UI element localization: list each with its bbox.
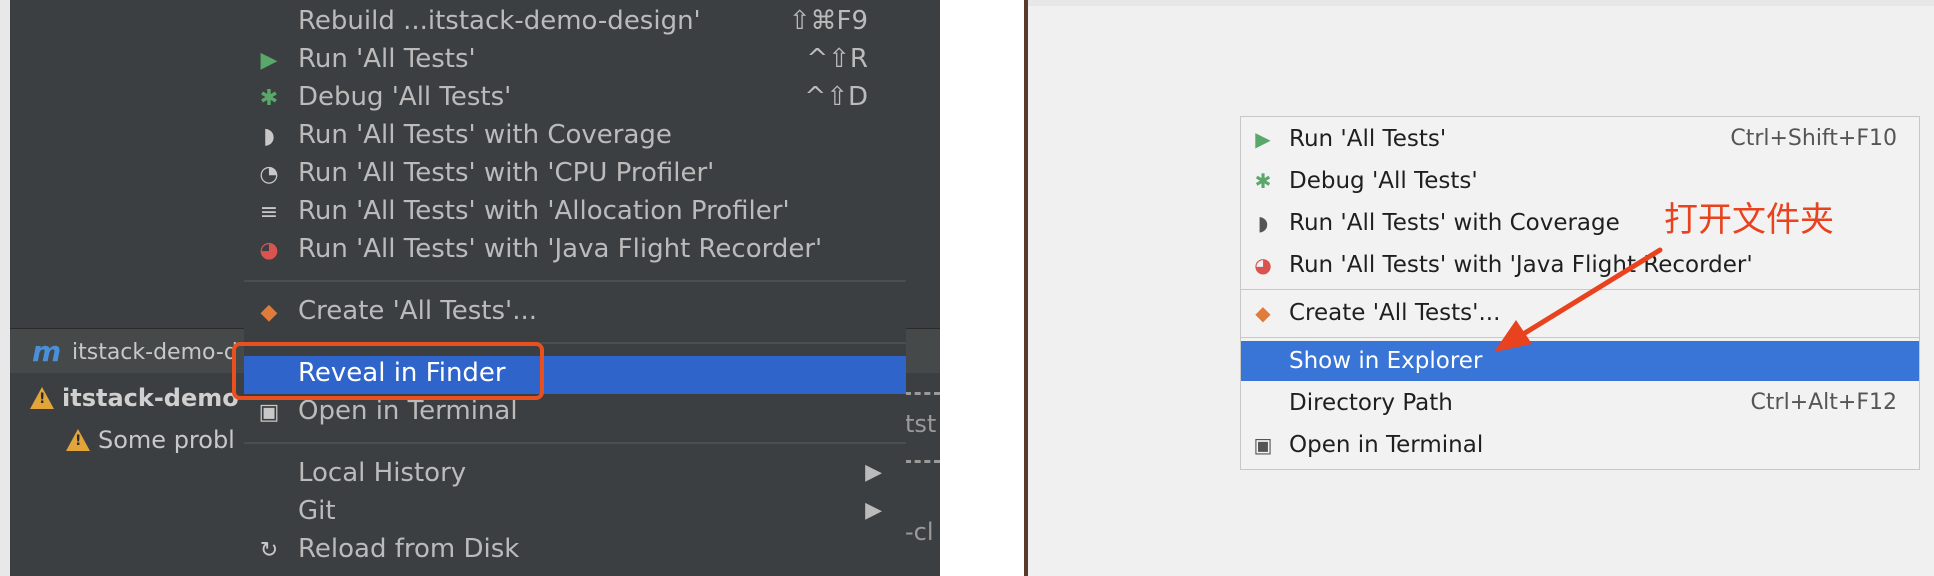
menu-item-reload-from-disk[interactable]: ↻ Reload from Disk bbox=[244, 532, 906, 570]
editor-text-fragment: -cl bbox=[905, 518, 934, 546]
menu-item-run-coverage[interactable]: ◗ Run 'All Tests' with Coverage bbox=[244, 118, 906, 156]
menu-item-run-cpu-profiler[interactable]: ◔ Run 'All Tests' with 'CPU Profiler' bbox=[244, 156, 906, 194]
flight-recorder-icon: ◕ bbox=[259, 238, 279, 263]
shortcut-label: ⇧⌘F9 bbox=[788, 6, 868, 36]
menu-item-run-allocation-profiler[interactable]: ≡ Run 'All Tests' with 'Allocation Profi… bbox=[244, 194, 906, 232]
run-icon: ▶ bbox=[1255, 127, 1271, 151]
mac-ide-panel: m itstack-demo-d itstack-demo Some probl… bbox=[0, 0, 940, 576]
submenu-arrow-icon: ▶ bbox=[865, 460, 882, 485]
shortcut-label: Ctrl+Alt+F12 bbox=[1750, 390, 1897, 415]
tree-item-project[interactable]: itstack-demo bbox=[30, 384, 239, 412]
menu-item-run-all-tests[interactable]: ▶ Run 'All Tests' ^⇧R bbox=[244, 42, 906, 80]
menu-item-run-flight-recorder[interactable]: ◕ Run 'All Tests' with 'Java Flight Reco… bbox=[244, 232, 906, 270]
flight-recorder-icon: ◕ bbox=[1254, 253, 1272, 277]
warning-icon bbox=[30, 387, 54, 409]
allocation-profiler-icon: ≡ bbox=[259, 200, 279, 225]
submenu-arrow-icon: ▶ bbox=[865, 498, 882, 523]
annotation-arrow-icon bbox=[1494, 247, 1663, 352]
menu-item-local-history[interactable]: Local History ▶ bbox=[244, 456, 906, 494]
run-icon: ▶ bbox=[260, 48, 278, 73]
menu-separator bbox=[244, 280, 906, 282]
tree-item-problem[interactable]: Some probl bbox=[66, 426, 235, 454]
terminal-icon: ▣ bbox=[1253, 433, 1273, 457]
annotation-label: 打开文件夹 bbox=[1664, 200, 1834, 240]
create-config-icon: ◆ bbox=[260, 300, 278, 325]
coverage-icon: ◗ bbox=[1257, 211, 1269, 235]
menu-item-directory-path[interactable]: Directory Path Ctrl+Alt+F12 bbox=[1241, 383, 1919, 423]
editor-text-fragment: tst bbox=[905, 410, 937, 438]
shortcut-label: ^⇧R bbox=[806, 44, 868, 74]
shortcut-label: ^⇧D bbox=[804, 82, 868, 112]
reload-icon: ↻ bbox=[259, 538, 279, 563]
editor-divider bbox=[905, 460, 940, 463]
debug-bug-icon: ✱ bbox=[1254, 169, 1272, 193]
shortcut-label: Ctrl+Shift+F10 bbox=[1730, 126, 1897, 151]
menu-item-run-all-tests[interactable]: ▶ Run 'All Tests' Ctrl+Shift+F10 bbox=[1241, 119, 1919, 159]
cpu-profiler-icon: ◔ bbox=[259, 162, 279, 187]
terminal-icon: ▣ bbox=[258, 400, 280, 425]
menu-item-git[interactable]: Git ▶ bbox=[244, 494, 906, 532]
maven-icon: m bbox=[32, 335, 62, 368]
menu-item-debug-all-tests[interactable]: ✱ Debug 'All Tests' ^⇧D bbox=[244, 80, 906, 118]
menu-item-open-in-terminal[interactable]: ▣ Open in Terminal bbox=[1241, 425, 1919, 465]
menu-item-create-config[interactable]: ◆ Create 'All Tests'... bbox=[244, 294, 906, 332]
menu-item-rebuild[interactable]: Rebuild ...itstack-demo-design' ⇧⌘F9 bbox=[244, 4, 906, 42]
debug-bug-icon: ✱ bbox=[259, 86, 279, 111]
warning-icon bbox=[66, 429, 90, 451]
highlight-box bbox=[232, 342, 544, 400]
editor-divider bbox=[905, 392, 940, 395]
create-config-icon: ◆ bbox=[1255, 301, 1271, 325]
coverage-icon: ◗ bbox=[263, 124, 275, 149]
menu-separator bbox=[244, 442, 906, 444]
context-menu-mac: Rebuild ...itstack-demo-design' ⇧⌘F9 ▶ R… bbox=[244, 0, 906, 576]
tool-window-tab[interactable]: itstack-demo-d bbox=[72, 340, 238, 365]
window-edge bbox=[0, 0, 10, 576]
